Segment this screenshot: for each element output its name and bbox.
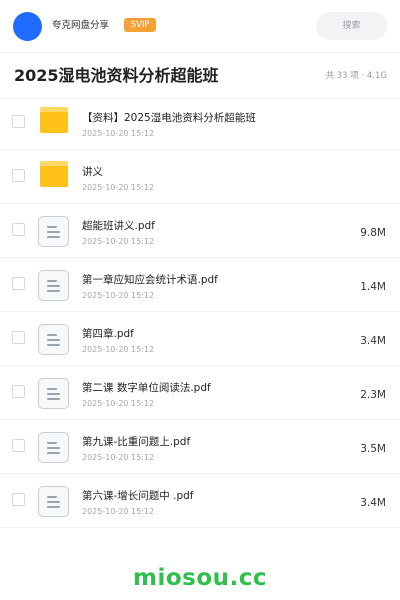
file-date: 2025-10-20 15:12 [82,345,155,354]
row-checkbox[interactable] [12,223,25,236]
file-date: 2025-10-20 15:12 [82,453,155,462]
file-row[interactable]: 超能班讲义.pdf 2025-10-20 15:12 9.8M [0,204,400,258]
row-checkbox[interactable] [12,115,25,128]
folder-icon [40,107,68,133]
file-row[interactable]: 第九课-比重问题上.pdf 2025-10-20 15:12 3.5M [0,420,400,474]
row-checkbox[interactable] [12,493,25,506]
top-bar: 夸克网盘分享 SVIP 搜索 [0,0,400,53]
file-size: 2.3M [360,389,386,401]
file-name: 第一章应知应会统计术语.pdf [82,274,218,286]
folder-icon [40,161,68,187]
file-date: 2025-10-20 15:12 [82,183,155,192]
file-date: 2025-10-20 15:12 [82,507,155,516]
document-icon [38,432,69,463]
file-size: 1.4M [360,281,386,293]
file-name: 讲义 [82,166,103,178]
file-name: 第四章.pdf [82,328,134,340]
search-placeholder: 搜索 [342,21,361,31]
search-input[interactable]: 搜索 [316,12,387,40]
svip-badge: SVIP [124,18,156,32]
file-row[interactable]: 第一章应知应会统计术语.pdf 2025-10-20 15:12 1.4M [0,258,400,312]
file-name: 【资料】2025湿电池资料分析超能班 [82,112,256,124]
file-name: 第二课 数字单位阅读法.pdf [82,382,211,394]
file-name: 第六课-增长问题中 .pdf [82,490,194,502]
file-row[interactable]: 第六课-增长问题中 .pdf 2025-10-20 15:12 3.4M [0,474,400,528]
file-size: 3.4M [360,497,386,509]
file-size: 9.8M [360,227,386,239]
file-date: 2025-10-20 15:12 [82,291,155,300]
app-name: 夸克网盘分享 [52,20,110,31]
folder-meta: 共 33 项 · 4.1G [325,71,387,81]
folder-row[interactable]: 【资料】2025湿电池资料分析超能班 2025-10-20 15:12 [0,96,400,150]
row-checkbox[interactable] [12,277,25,290]
file-size: 3.4M [360,335,386,347]
row-checkbox[interactable] [12,439,25,452]
file-size: 3.5M [360,443,386,455]
watermark: miosou.cc [132,565,268,591]
row-checkbox[interactable] [12,331,25,344]
file-row[interactable]: 第二课 数字单位阅读法.pdf 2025-10-20 15:12 2.3M [0,366,400,420]
folder-header: 2025湿电池资料分析超能班 共 33 项 · 4.1G [0,52,400,99]
document-icon [38,270,69,301]
file-name: 超能班讲义.pdf [82,220,155,232]
file-list: 【资料】2025湿电池资料分析超能班 2025-10-20 15:12 讲义 2025… [0,96,400,528]
row-checkbox[interactable] [12,169,25,182]
folder-row[interactable]: 讲义 2025-10-20 15:12 [0,150,400,204]
document-icon [38,216,69,247]
page-title: 2025湿电池资料分析超能班 [14,66,219,85]
file-row[interactable]: 第四章.pdf 2025-10-20 15:12 3.4M [0,312,400,366]
document-icon [38,486,69,517]
file-date: 2025-10-20 15:12 [82,237,155,246]
file-date: 2025-10-20 15:12 [82,399,155,408]
document-icon [38,324,69,355]
share-page: 夸克网盘分享 SVIP 搜索 2025湿电池资料分析超能班 共 33 项 · 4… [0,0,400,600]
document-icon [38,378,69,409]
row-checkbox[interactable] [12,385,25,398]
file-date: 2025-10-20 15:12 [82,129,155,138]
file-name: 第九课-比重问题上.pdf [82,436,191,448]
avatar[interactable] [13,12,42,41]
